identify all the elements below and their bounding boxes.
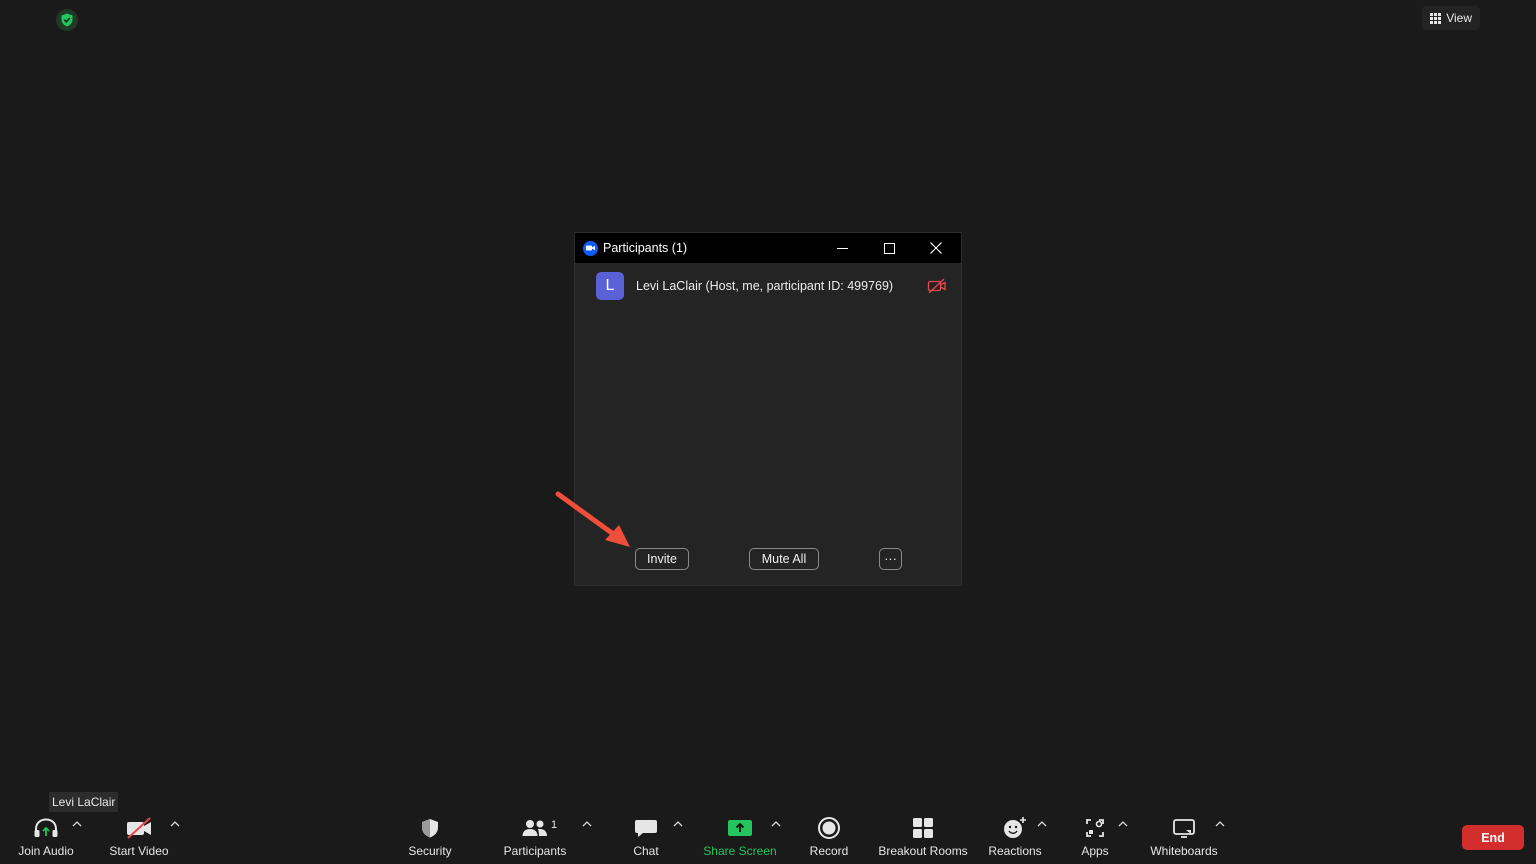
apps-options-caret[interactable] [1118,820,1130,828]
mute-all-button[interactable]: Mute All [749,548,819,570]
headphones-icon [34,818,58,837]
maximize-icon [883,242,895,254]
participants-count: 1 [551,819,558,831]
share-options-caret[interactable] [771,820,783,828]
participant-name: Levi LaClair (Host, me, participant ID: … [636,279,894,293]
shield-icon [422,819,438,838]
participants-label: Participants [503,844,567,858]
apps-button[interactable]: Apps [1074,814,1116,862]
participants-options-caret[interactable] [582,820,594,828]
avatar: L [596,272,624,300]
participants-window-titlebar[interactable]: Participants (1) [575,233,961,263]
chevron-up-icon [582,821,592,827]
chevron-up-icon [72,821,82,827]
reactions-label: Reactions [988,844,1042,858]
start-video-button[interactable]: Start Video [106,814,172,862]
share-screen-icon [728,820,752,836]
breakout-rooms-button[interactable]: Breakout Rooms [876,814,970,862]
end-meeting-button[interactable]: End [1462,825,1524,850]
chat-icon [635,820,657,837]
whiteboards-options-caret[interactable] [1215,820,1227,828]
chevron-up-icon [170,821,180,827]
minimize-button[interactable] [819,233,865,263]
chevron-up-icon [1037,821,1047,827]
join-audio-button[interactable]: Join Audio [16,814,76,862]
record-icon [818,817,840,839]
breakout-rooms-icon [913,818,933,838]
join-audio-label: Join Audio [18,844,74,858]
close-button[interactable] [913,233,959,263]
whiteboards-button[interactable]: Whiteboards [1146,814,1222,862]
start-video-label: Start Video [109,844,169,858]
chevron-up-icon [771,821,781,827]
encryption-shield-icon[interactable] [56,9,78,31]
chat-button[interactable]: Chat [626,814,666,862]
zoom-logo-icon [583,240,598,256]
record-label: Record [809,844,849,858]
security-label: Security [408,844,452,858]
grid-icon [1430,12,1442,24]
annotation-arrow [555,491,630,547]
chevron-up-icon [1118,821,1128,827]
chat-label: Chat [633,844,659,858]
apps-label: Apps [1081,844,1109,858]
breakout-rooms-label: Breakout Rooms [878,844,968,858]
record-button[interactable]: Record [806,814,852,862]
audio-options-caret[interactable] [72,820,84,828]
view-label: View [1446,11,1472,25]
video-off-icon [127,817,151,839]
video-options-caret[interactable] [170,820,182,828]
whiteboard-icon [1173,819,1195,838]
participants-icon [522,820,547,836]
chat-options-caret[interactable] [673,820,685,828]
more-options-button[interactable]: ··· [879,548,902,570]
share-screen-label: Share Screen [703,844,777,858]
minimize-icon [836,247,848,249]
participants-button[interactable]: 1 Participants [501,814,569,862]
maximize-button[interactable] [866,233,912,263]
chevron-up-icon [673,821,683,827]
chevron-up-icon [1215,821,1225,827]
whiteboards-label: Whiteboards [1150,844,1218,858]
share-screen-button[interactable]: Share Screen [702,814,778,862]
apps-icon [1086,819,1104,837]
reactions-options-caret[interactable] [1037,820,1049,828]
view-button[interactable]: View [1422,6,1480,30]
reactions-button[interactable]: Reactions [986,814,1044,862]
video-off-icon[interactable] [927,278,947,294]
name-tooltip: Levi LaClair [49,792,119,812]
security-button[interactable]: Security [400,814,460,862]
participant-row[interactable]: L Levi LaClair (Host, me, participant ID… [596,271,947,301]
close-icon [930,242,942,254]
participants-window-title: Participants (1) [603,241,688,255]
reactions-icon [1004,817,1026,838]
invite-button[interactable]: Invite [635,548,689,570]
